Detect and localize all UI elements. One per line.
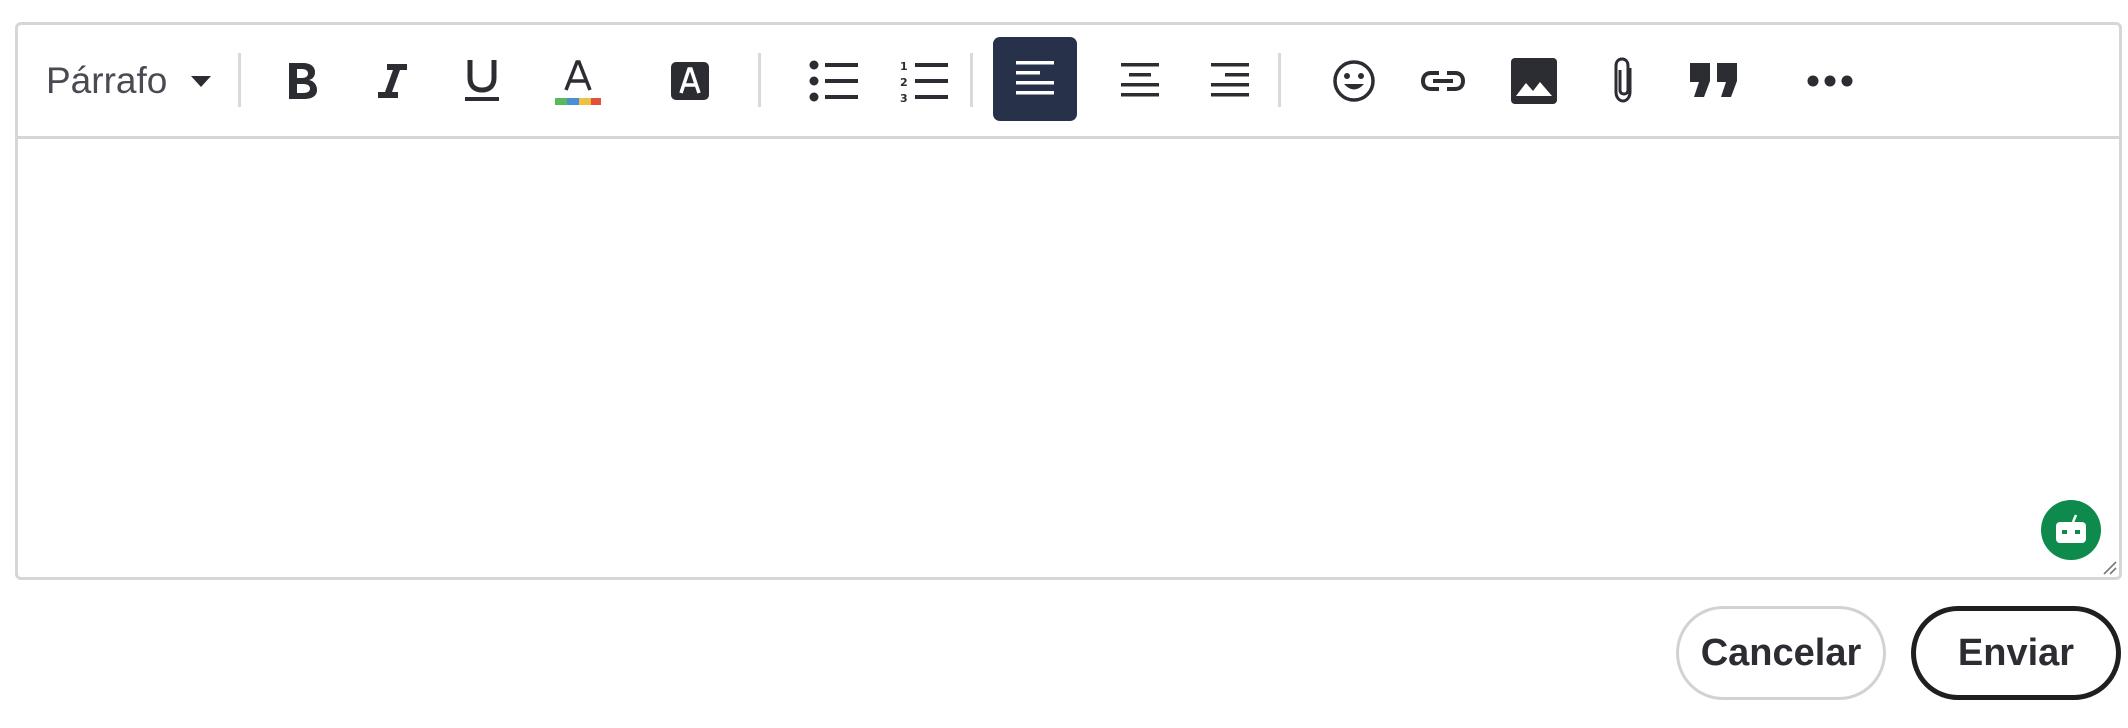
- font-color-button[interactable]: [552, 55, 604, 111]
- image-button[interactable]: [1508, 55, 1560, 107]
- quote-button[interactable]: [1688, 55, 1740, 107]
- robot-icon: [2056, 514, 2086, 543]
- align-center-button[interactable]: [1114, 55, 1166, 107]
- toolbar-divider: [758, 53, 761, 107]
- image-icon: [1511, 58, 1557, 104]
- underline-icon: [465, 60, 499, 101]
- send-button[interactable]: Enviar: [1911, 606, 2121, 700]
- resize-handle-icon[interactable]: [2101, 559, 2117, 575]
- paragraph-format-label: Párrafo: [46, 60, 168, 101]
- align-right-button[interactable]: [1204, 55, 1256, 107]
- bold-button[interactable]: [276, 55, 328, 107]
- paperclip-icon: [1614, 57, 1632, 103]
- more-options-button[interactable]: [1804, 55, 1856, 107]
- toolbar-divider: [1278, 53, 1281, 107]
- more-icon: [1807, 75, 1853, 87]
- assistant-button[interactable]: [2041, 500, 2101, 560]
- svg-text:1: 1: [900, 60, 908, 73]
- rich-text-editor: Párrafo 1 2 3: [15, 22, 2122, 580]
- svg-text:2: 2: [900, 76, 908, 89]
- align-center-icon: [1121, 63, 1159, 97]
- link-icon: [1420, 71, 1466, 91]
- paragraph-format-dropdown[interactable]: Párrafo: [46, 55, 212, 107]
- numbered-list-icon: 1 2 3: [900, 60, 948, 103]
- bullet-list-button[interactable]: [808, 55, 860, 107]
- italic-icon: [378, 64, 407, 98]
- toolbar-divider: [238, 53, 241, 107]
- cancel-button[interactable]: Cancelar: [1676, 606, 1886, 700]
- font-color-icon: [555, 60, 601, 105]
- underline-button[interactable]: [456, 55, 508, 107]
- editor-content-area[interactable]: [18, 139, 2119, 577]
- attachment-button[interactable]: [1598, 55, 1650, 107]
- align-left-icon: [1016, 61, 1054, 95]
- align-left-button[interactable]: [993, 37, 1077, 121]
- numbered-list-button[interactable]: 1 2 3: [898, 55, 950, 107]
- svg-text:3: 3: [900, 92, 908, 103]
- editor-toolbar: Párrafo 1 2 3: [18, 25, 2119, 139]
- highlight-icon: [671, 62, 709, 100]
- highlight-button[interactable]: [664, 55, 716, 107]
- bullet-list-icon: [809, 60, 858, 102]
- align-right-icon: [1211, 63, 1249, 97]
- bold-icon: [289, 63, 317, 99]
- quote-icon: [1690, 63, 1737, 97]
- emoji-icon: [1333, 60, 1375, 102]
- caret-down-icon: [191, 75, 212, 87]
- italic-button[interactable]: [366, 55, 418, 107]
- toolbar-divider: [970, 53, 973, 107]
- emoji-button[interactable]: [1328, 55, 1380, 107]
- link-button[interactable]: [1417, 55, 1469, 107]
